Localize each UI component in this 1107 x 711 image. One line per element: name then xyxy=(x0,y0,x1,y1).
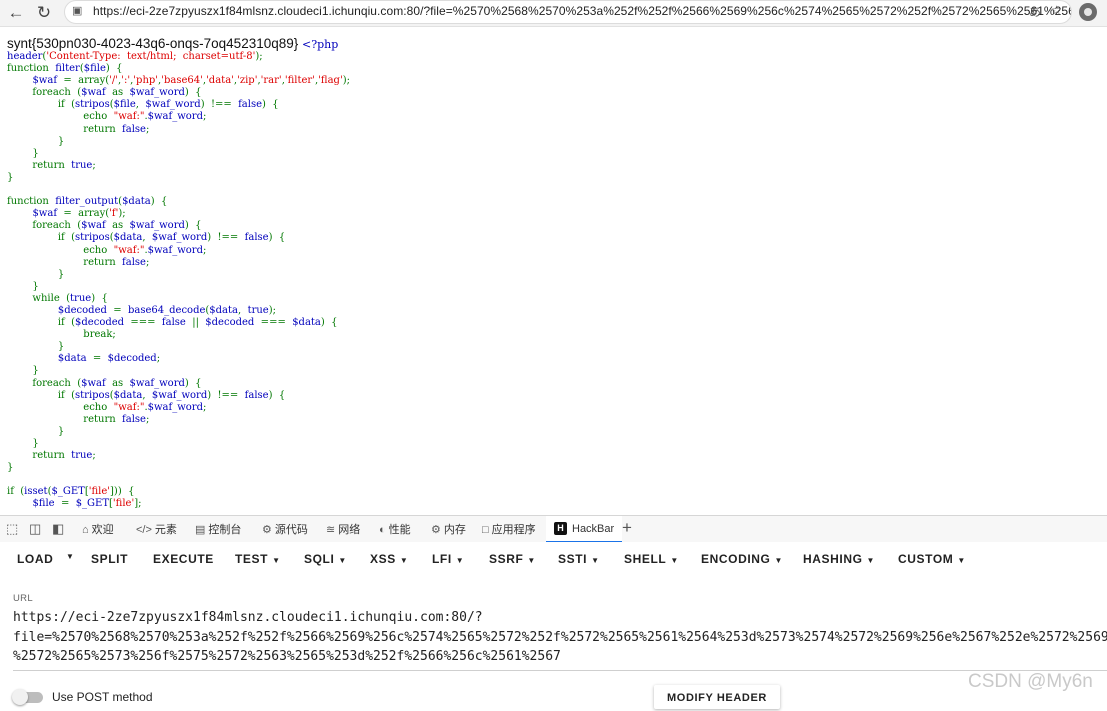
post-method-option: Use POST method xyxy=(12,689,153,706)
reload-icon[interactable]: ↻ xyxy=(33,2,55,24)
chevron-down-icon: ▼ xyxy=(866,556,876,565)
gauge-icon: ◐ xyxy=(379,524,386,536)
chevron-down-icon: ▼ xyxy=(957,556,966,565)
hackbar-panel: LOAD ▼ SPLIT EXECUTE TEST ▼ SQLI ▼ XSS ▼ LF… xyxy=(0,542,1107,709)
ssrf-menu[interactable]: SSRF ▼ xyxy=(489,552,536,566)
url-line: file=%2570%2568%2570%253a%252f%252f%2566… xyxy=(13,629,1107,645)
site-info-icon[interactable]: ▣ xyxy=(72,4,82,17)
tab-console[interactable]: ▤ 控制台 xyxy=(195,521,241,537)
translate-icon[interactable]: あ xyxy=(1029,3,1041,20)
split-button[interactable]: SPLIT xyxy=(91,552,128,566)
hashing-menu[interactable]: HASHING ▼ xyxy=(803,552,875,566)
address-bar[interactable]: ▣ https://eci-2ze7zpyuszx1f84mlsnz.cloud… xyxy=(64,0,1072,24)
devtools-tab-bar: ⬚ ◫ ◧ ⌂ 欢迎 </> 元素 ▤ 控制台 ⚙ 源代码 ≊ 网络 ◐ 性能 ⚙ 内存 □ 应… xyxy=(0,515,1107,543)
tab-network[interactable]: ≊ 网络 xyxy=(326,521,360,537)
home-icon: ⌂ xyxy=(82,524,89,536)
dock-side-icon[interactable]: ◧ xyxy=(52,521,64,537)
favorite-star-icon[interactable]: ☆ xyxy=(1051,3,1062,17)
url-line: %2572%2565%2573%256f%2575%2572%2563%2565… xyxy=(13,649,561,664)
gear-icon: ⚙ xyxy=(431,524,441,536)
chevron-down-icon: ▼ xyxy=(455,556,465,565)
shell-menu[interactable]: SHELL ▼ xyxy=(624,552,679,566)
url-textarea[interactable]: https://eci-2ze7zpyuszx1f84mlsnz.cloudec… xyxy=(13,608,1107,671)
hackbar-menu: LOAD ▼ SPLIT EXECUTE TEST ▼ SQLI ▼ XSS ▼ LF… xyxy=(0,542,1107,576)
tab-hackbar[interactable]: H HackBar xyxy=(546,516,623,543)
code-icon: </> xyxy=(136,524,152,536)
tab-performance[interactable]: ◐ 性能 xyxy=(379,521,411,537)
load-button[interactable]: LOAD xyxy=(17,552,53,566)
device-toggle-icon[interactable]: ◫ xyxy=(29,521,41,537)
flag-text: synt{530pn030-4023-43q6-onqs-7oq452310q8… xyxy=(7,36,299,51)
post-method-toggle[interactable] xyxy=(12,689,43,706)
tab-sources[interactable]: ⚙ 源代码 xyxy=(262,521,308,537)
back-arrow-icon[interactable]: ← xyxy=(5,2,27,24)
tab-welcome[interactable]: ⌂ 欢迎 xyxy=(82,521,114,537)
flag-output: synt{530pn030-4023-43q6-onqs-7oq452310q8… xyxy=(7,36,338,51)
test-menu[interactable]: TEST ▼ xyxy=(235,552,281,566)
chevron-down-icon: ▼ xyxy=(272,556,281,565)
wifi-icon: ≊ xyxy=(326,524,336,536)
execute-button[interactable]: EXECUTE xyxy=(153,552,214,566)
tab-elements[interactable]: </> 元素 xyxy=(136,521,177,537)
profile-extension-icon[interactable] xyxy=(1079,3,1097,21)
console-icon: ▤ xyxy=(195,524,206,536)
add-tab-plus-icon[interactable]: + xyxy=(622,518,632,538)
encoding-menu[interactable]: ENCODING ▼ xyxy=(701,552,783,566)
window-icon: □ xyxy=(482,524,489,536)
post-method-label: Use POST method xyxy=(52,690,153,704)
load-dropdown-caret-icon[interactable]: ▼ xyxy=(66,552,74,561)
custom-menu[interactable]: CUSTOM ▼ xyxy=(898,552,966,566)
chevron-down-icon: ▼ xyxy=(591,556,600,565)
tab-memory[interactable]: ⚙ 内存 xyxy=(431,521,466,537)
watermark: CSDN @My6n xyxy=(968,671,1093,692)
tab-application[interactable]: □ 应用程序 xyxy=(482,521,536,537)
url-line: https://eci-2ze7zpyuszx1f84mlsnz.cloudec… xyxy=(13,610,483,625)
url-field-label: URL xyxy=(13,593,33,604)
chevron-down-icon: ▼ xyxy=(338,556,347,565)
inspect-element-icon[interactable]: ⬚ xyxy=(6,521,18,537)
modify-header-button[interactable]: MODIFY HEADER xyxy=(654,685,780,709)
chevron-down-icon: ▼ xyxy=(670,556,679,565)
chevron-down-icon: ▼ xyxy=(527,556,536,565)
bug-icon: ⚙ xyxy=(262,524,272,536)
lfi-menu[interactable]: LFI ▼ xyxy=(432,552,464,566)
sqli-menu[interactable]: SQLI ▼ xyxy=(304,552,347,566)
browser-toolbar: ← ↻ ▣ https://eci-2ze7zpyuszx1f84mlsnz.c… xyxy=(0,0,1107,27)
page-content: synt{530pn030-4023-43q6-onqs-7oq452310q8… xyxy=(0,27,1107,515)
php-open-tag: <?php xyxy=(302,38,339,51)
xss-menu[interactable]: XSS ▼ xyxy=(370,552,408,566)
ssti-menu[interactable]: SSTI ▼ xyxy=(558,552,600,566)
php-source-code: header('Content-Type: text/html; charset… xyxy=(7,51,350,510)
address-url[interactable]: https://eci-2ze7zpyuszx1f84mlsnz.cloudec… xyxy=(93,4,1071,18)
chevron-down-icon: ▼ xyxy=(774,556,784,565)
chevron-down-icon: ▼ xyxy=(399,556,409,565)
hackbar-logo-icon: H xyxy=(554,522,567,535)
